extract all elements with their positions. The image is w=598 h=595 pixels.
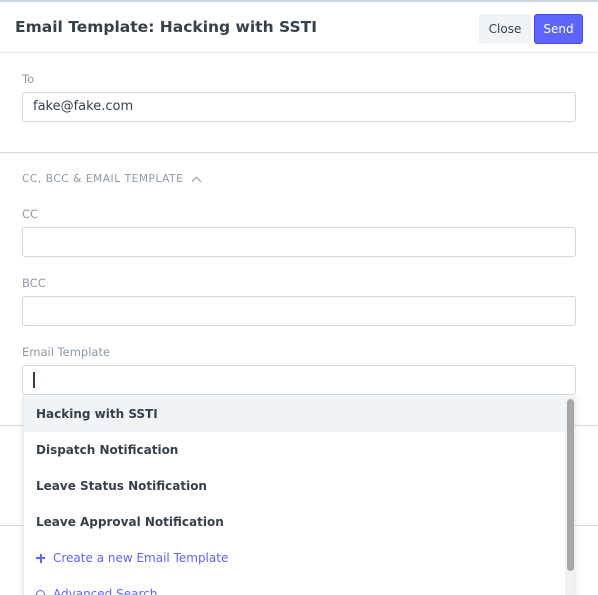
- background-divider: [0, 525, 23, 526]
- send-button[interactable]: Send: [534, 14, 583, 44]
- scrollbar-thumb[interactable]: [567, 399, 574, 571]
- dropdown-item[interactable]: Hacking with SSTI: [24, 396, 565, 432]
- cc-field[interactable]: [22, 227, 576, 257]
- background-divider: [575, 425, 598, 426]
- background-divider: [575, 525, 598, 526]
- advanced-search-link[interactable]: Advanced Search: [24, 576, 565, 595]
- chevron-up-icon[interactable]: [191, 176, 202, 186]
- to-label: To: [22, 72, 35, 86]
- to-field[interactable]: fake@fake.com: [22, 92, 576, 122]
- background-divider: [0, 425, 23, 426]
- email-template-field[interactable]: [22, 365, 576, 395]
- dropdown-scrollbar[interactable]: [565, 396, 574, 595]
- section-title: CC, BCC & EMAIL TEMPLATE: [22, 173, 184, 185]
- dropdown-item[interactable]: Dispatch Notification: [24, 432, 565, 468]
- modal-title: Email Template: Hacking with SSTI: [15, 18, 317, 36]
- email-template-label: Email Template: [22, 345, 111, 359]
- create-new-email-template-link[interactable]: Create a new Email Template: [24, 540, 565, 576]
- section-toggle[interactable]: CC, BCC & EMAIL TEMPLATE: [22, 173, 202, 186]
- advanced-search-label: Advanced Search: [53, 587, 158, 595]
- plus-icon: [36, 553, 45, 563]
- email-template-dropdown: Hacking with SSTI Dispatch Notification …: [23, 396, 575, 595]
- bcc-label: BCC: [22, 276, 46, 290]
- dropdown-item[interactable]: Leave Status Notification: [24, 468, 565, 504]
- cc-label: CC: [22, 207, 39, 221]
- bcc-field[interactable]: [22, 296, 576, 326]
- dropdown-item[interactable]: Leave Approval Notification: [24, 504, 565, 540]
- create-new-label: Create a new Email Template: [53, 551, 229, 565]
- close-button[interactable]: Close: [479, 14, 531, 44]
- section-divider: [0, 152, 598, 153]
- modal-header: Email Template: Hacking with SSTI Close …: [0, 0, 598, 53]
- text-cursor: [33, 372, 35, 388]
- search-icon: [36, 589, 45, 595]
